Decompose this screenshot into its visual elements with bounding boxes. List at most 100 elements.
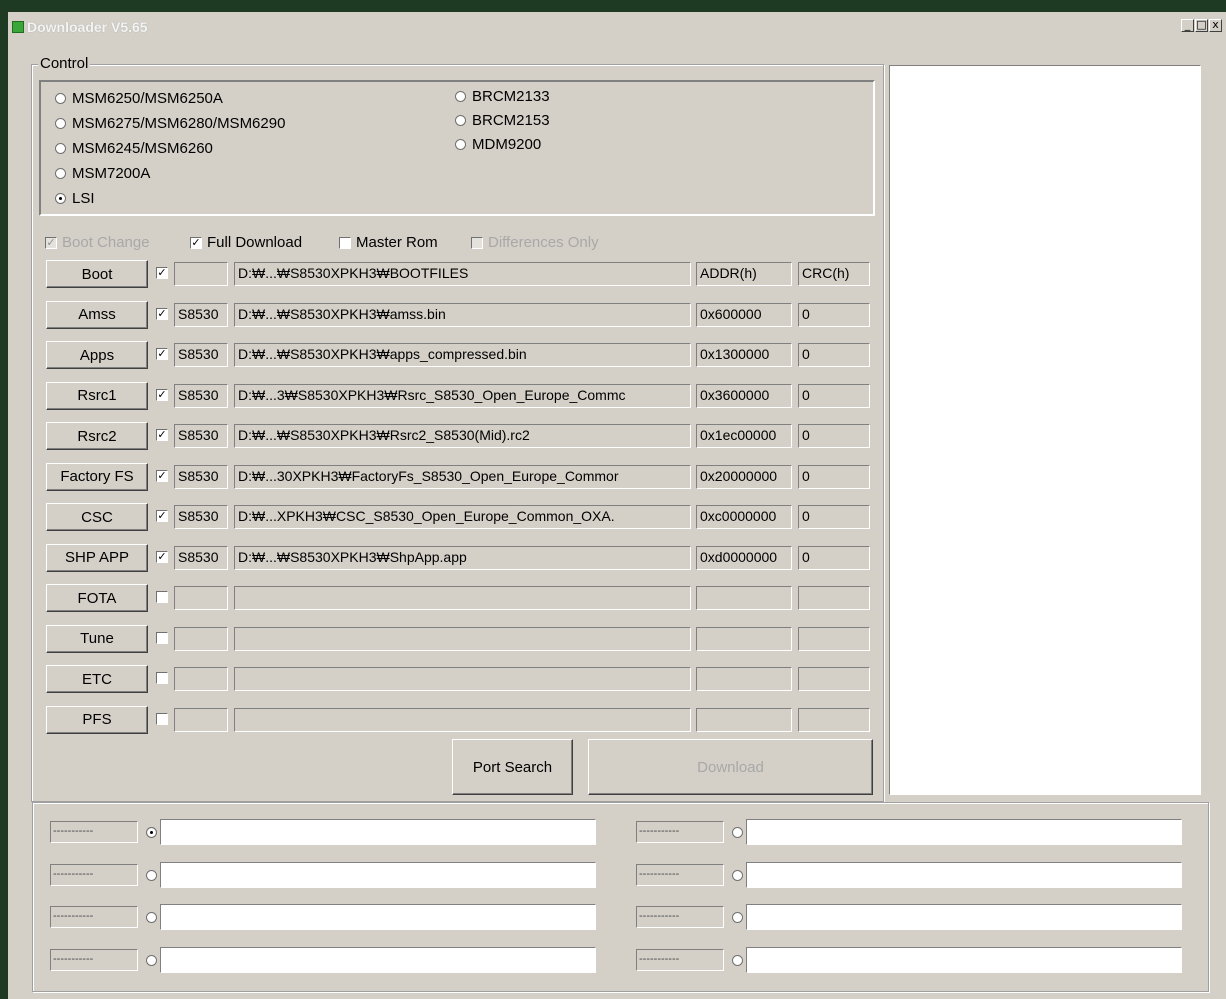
empty-check-icon[interactable]	[156, 591, 168, 603]
row-path-field[interactable]: D:₩...XPKH3₩CSC_S8530_Open_Europe_Common…	[234, 505, 691, 529]
row-crc-field[interactable]	[798, 707, 870, 732]
row-button-boot[interactable]: Boot	[46, 260, 148, 288]
row-addr-field[interactable]: 0x1300000	[696, 343, 792, 367]
chipset-radio-mdm9200[interactable]: MDM9200	[455, 136, 541, 153]
row-button-pfs[interactable]: PFS	[46, 705, 148, 734]
port-radio-icon[interactable]	[146, 954, 157, 966]
check-icon[interactable]: ✓	[156, 510, 168, 522]
row-crc-field[interactable]	[798, 626, 870, 651]
row-path-field[interactable]: D:₩...₩S8530XPKH3₩BOOTFILES	[234, 262, 691, 286]
row-button-etc[interactable]: ETC	[46, 665, 148, 693]
check-icon[interactable]: ✓	[156, 307, 168, 320]
row-path-field[interactable]: D:₩...₩S8530XPKH3₩ShpApp.app	[234, 545, 691, 570]
chipset-radio-brcm2133[interactable]: BRCM2133	[455, 88, 550, 105]
download-button[interactable]: Download	[588, 739, 873, 795]
row-button-amss[interactable]: Amss	[46, 300, 148, 329]
check-icon[interactable]: ✓	[156, 388, 168, 401]
row-button-rsrc2[interactable]: Rsrc2	[46, 422, 148, 450]
row-button-shp-app[interactable]: SHP APP	[46, 543, 148, 572]
row-button-tune[interactable]: Tune	[46, 624, 148, 653]
empty-check-icon[interactable]	[156, 631, 168, 644]
port-status-label: -----------	[50, 863, 138, 886]
row-button-apps[interactable]: Apps	[46, 341, 148, 369]
port-radio-icon[interactable]	[732, 869, 743, 881]
check-icon: ✓	[190, 235, 202, 249]
row-crc-field[interactable]: 0	[798, 343, 870, 367]
row-path-field[interactable]	[234, 667, 691, 691]
row-model-field: S8530	[174, 424, 228, 448]
row-path-field[interactable]	[234, 707, 691, 732]
chipset-radio-lsi[interactable]: LSI	[55, 190, 95, 207]
row-crc-field[interactable]: 0	[798, 383, 870, 408]
port-radio-icon[interactable]	[146, 827, 157, 838]
row-addr-field[interactable]	[696, 667, 792, 691]
row-model-field: S8530	[174, 343, 228, 367]
port-radio-icon[interactable]	[146, 912, 157, 923]
port-radio-icon[interactable]	[732, 912, 743, 923]
check-icon[interactable]: ✓	[156, 469, 168, 482]
chipset-radio-msm6245-msm6260[interactable]: MSM6245/MSM6260	[55, 140, 213, 157]
row-addr-field[interactable]: 0xc0000000	[696, 505, 792, 529]
row-crc-field[interactable]: 0	[798, 545, 870, 570]
row-crc-field[interactable]: 0	[798, 464, 870, 489]
row-addr-field[interactable]	[696, 626, 792, 651]
row-button-rsrc1[interactable]: Rsrc1	[46, 381, 148, 410]
boot-change-checkbox[interactable]: ✓ Boot Change	[45, 234, 150, 251]
port-radio-icon[interactable]	[732, 954, 743, 966]
check-icon[interactable]: ✓	[156, 348, 168, 360]
check-icon[interactable]: ✓	[156, 267, 168, 279]
row-crc-field[interactable]: 0	[798, 302, 870, 327]
row-button-csc[interactable]: CSC	[46, 503, 148, 531]
row-path-field[interactable]: D:₩...₩S8530XPKH3₩amss.bin	[234, 302, 691, 327]
row-path-field[interactable]	[234, 586, 691, 610]
port-input[interactable]	[160, 904, 596, 930]
differences-only-checkbox[interactable]: Differences Only	[471, 234, 599, 251]
row-path-field[interactable]: D:₩...30XPKH3₩FactoryFs_S8530_Open_Europ…	[234, 464, 691, 489]
radio-dot-icon	[455, 115, 466, 126]
row-path-field[interactable]: D:₩...₩S8530XPKH3₩apps_compressed.bin	[234, 343, 691, 367]
port-input[interactable]	[746, 904, 1182, 930]
row-button-factory-fs[interactable]: Factory FS	[46, 462, 148, 491]
port-radio-icon[interactable]	[732, 827, 743, 838]
port-radio-icon[interactable]	[146, 869, 157, 881]
port-input[interactable]	[746, 819, 1182, 845]
port-input[interactable]	[160, 946, 596, 973]
chipset-radio-brcm2153[interactable]: BRCM2153	[455, 112, 550, 129]
row-crc-field[interactable]: CRC(h)	[798, 262, 870, 286]
row-addr-field[interactable]: 0x20000000	[696, 464, 792, 489]
port-input[interactable]	[746, 861, 1182, 888]
port-input[interactable]	[746, 946, 1182, 973]
radio-dot-icon	[55, 93, 66, 104]
full-download-checkbox[interactable]: ✓ Full Download	[190, 234, 302, 251]
row-addr-field[interactable]: 0x600000	[696, 302, 792, 327]
row-path-field[interactable]: D:₩...3₩S8530XPKH3₩Rsrc_S8530_Open_Europ…	[234, 383, 691, 408]
row-addr-field[interactable]	[696, 707, 792, 732]
row-path-field[interactable]: D:₩...₩S8530XPKH3₩Rsrc2_S8530(Mid).rc2	[234, 424, 691, 448]
port-input[interactable]	[160, 861, 596, 888]
check-icon[interactable]: ✓	[156, 550, 168, 563]
row-addr-field[interactable]: 0x1ec00000	[696, 424, 792, 448]
row-addr-field[interactable]: 0xd0000000	[696, 545, 792, 570]
maximize-button[interactable]: □	[1195, 19, 1208, 32]
row-crc-field[interactable]	[798, 667, 870, 691]
master-rom-checkbox[interactable]: Master Rom	[339, 234, 438, 251]
row-addr-field[interactable]: ADDR(h)	[696, 262, 792, 286]
close-button[interactable]: x	[1209, 19, 1222, 32]
row-addr-field[interactable]: 0x3600000	[696, 383, 792, 408]
empty-check-icon[interactable]	[156, 712, 168, 725]
row-crc-field[interactable]: 0	[798, 505, 870, 529]
chipset-radio-msm7200a[interactable]: MSM7200A	[55, 165, 150, 182]
row-crc-field[interactable]: 0	[798, 424, 870, 448]
empty-check-icon[interactable]	[156, 672, 168, 684]
port-search-button[interactable]: Port Search	[452, 739, 573, 795]
row-addr-field[interactable]	[696, 586, 792, 610]
chipset-radio-msm6250-msm6250a[interactable]: MSM6250/MSM6250A	[55, 90, 223, 107]
check-icon[interactable]: ✓	[156, 429, 168, 441]
row-button-fota[interactable]: FOTA	[46, 584, 148, 612]
minimize-button[interactable]: _	[1181, 19, 1194, 32]
row-path-field[interactable]	[234, 626, 691, 651]
row-model-field	[174, 707, 228, 732]
chipset-radio-msm6275-msm6280-msm6290[interactable]: MSM6275/MSM6280/MSM6290	[55, 115, 285, 132]
row-crc-field[interactable]	[798, 586, 870, 610]
port-input[interactable]	[160, 819, 596, 845]
